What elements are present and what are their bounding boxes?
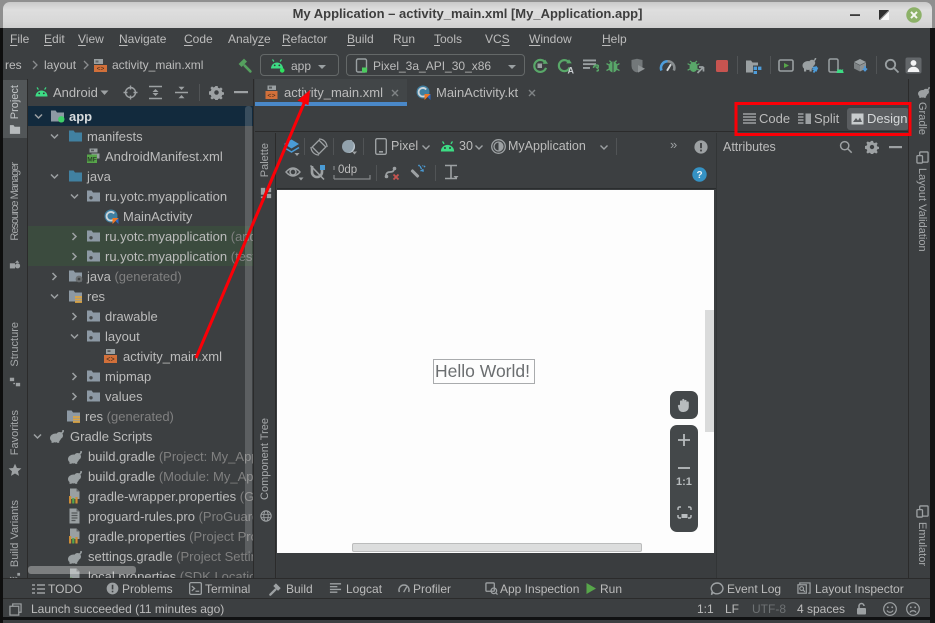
svg-text:<>: <> bbox=[267, 93, 275, 101]
svg-text:A: A bbox=[568, 66, 575, 75]
svg-text:<>: <> bbox=[106, 357, 114, 364]
svg-text:<>: <> bbox=[97, 66, 105, 73]
svg-text:?: ? bbox=[696, 170, 702, 181]
svg-text:MF: MF bbox=[87, 156, 97, 163]
